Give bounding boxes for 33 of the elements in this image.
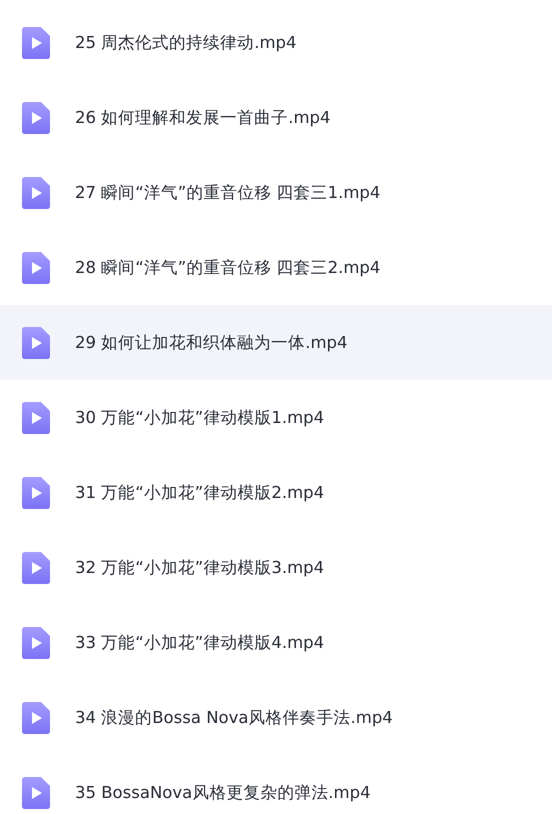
video-file-icon bbox=[22, 102, 50, 134]
file-row[interactable]: 27 瞬间“洋气”的重音位移 四套三1.mp4 bbox=[0, 155, 552, 230]
file-row[interactable]: 25 周杰伦式的持续律动.mp4 bbox=[0, 5, 552, 80]
file-row[interactable]: 32 万能“小加花”律动模版3.mp4 bbox=[0, 530, 552, 605]
file-name: 27 瞬间“洋气”的重音位移 四套三1.mp4 bbox=[75, 182, 380, 204]
file-row[interactable]: 35 BossaNova风格更复杂的弹法.mp4 bbox=[0, 755, 552, 814]
file-name: 35 BossaNova风格更复杂的弹法.mp4 bbox=[75, 782, 371, 804]
file-row[interactable]: 26 如何理解和发展一首曲子.mp4 bbox=[0, 80, 552, 155]
video-file-icon bbox=[22, 252, 50, 284]
file-name: 32 万能“小加花”律动模版3.mp4 bbox=[75, 556, 324, 578]
video-file-icon bbox=[22, 176, 50, 208]
video-file-icon bbox=[22, 26, 50, 58]
video-file-icon bbox=[22, 402, 50, 434]
file-name: 31 万能“小加花”律动模版2.mp4 bbox=[75, 482, 324, 504]
file-row[interactable]: 30 万能“小加花”律动模版1.mp4 bbox=[0, 380, 552, 455]
video-file-icon bbox=[22, 476, 50, 508]
file-row[interactable]: 33 万能“小加花”律动模版4.mp4 bbox=[0, 605, 552, 680]
file-name: 29 如何让加花和织体融为一体.mp4 bbox=[75, 332, 348, 354]
file-name: 28 瞬间“洋气”的重音位移 四套三2.mp4 bbox=[75, 256, 380, 278]
file-row[interactable]: 34 浪漫的Bossa Nova风格伴奏手法.mp4 bbox=[0, 680, 552, 755]
video-file-icon bbox=[22, 776, 50, 808]
file-row[interactable]: 28 瞬间“洋气”的重音位移 四套三2.mp4 bbox=[0, 230, 552, 305]
video-file-icon bbox=[22, 702, 50, 734]
video-file-icon bbox=[22, 626, 50, 658]
file-name: 30 万能“小加花”律动模版1.mp4 bbox=[75, 406, 324, 428]
file-name: 33 万能“小加花”律动模版4.mp4 bbox=[75, 632, 324, 654]
file-row[interactable]: 29 如何让加花和织体融为一体.mp4 bbox=[0, 305, 552, 380]
file-name: 26 如何理解和发展一首曲子.mp4 bbox=[75, 106, 331, 128]
file-name: 34 浪漫的Bossa Nova风格伴奏手法.mp4 bbox=[75, 706, 393, 728]
file-row[interactable]: 31 万能“小加花”律动模版2.mp4 bbox=[0, 455, 552, 530]
video-file-icon bbox=[22, 326, 50, 358]
video-file-icon bbox=[22, 552, 50, 584]
file-name: 25 周杰伦式的持续律动.mp4 bbox=[75, 32, 297, 54]
